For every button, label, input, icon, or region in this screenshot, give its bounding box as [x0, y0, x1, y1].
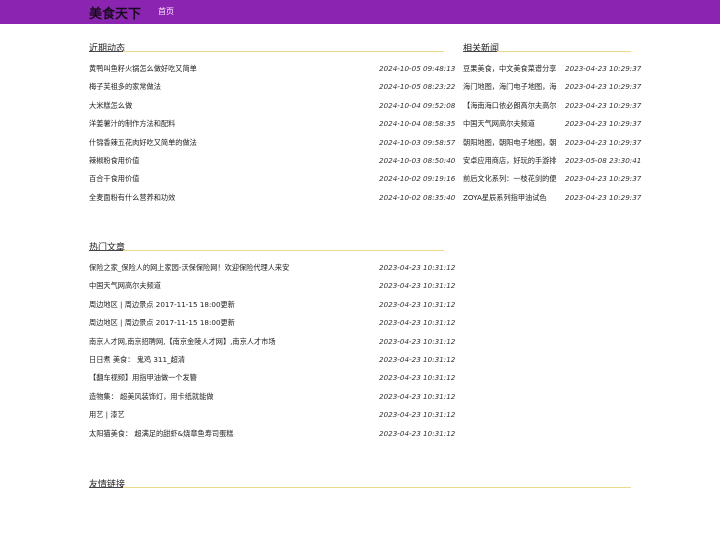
article-date: 2023-04-23 10:29:37	[565, 174, 642, 184]
nav-home-link[interactable]: 首页	[158, 6, 174, 17]
article-date: 2023-04-23 10:31:12	[379, 318, 456, 328]
list-item: 【翻车视频】用指甲油做一个发簪 2023-04-23 10:31:12	[89, 369, 459, 387]
list-item: 什锦香辣五花肉好吃又简单的做法 2024-10-03 09:58:57	[89, 134, 459, 152]
article-date: 2024-10-02 09:19:16	[379, 174, 456, 184]
article-title-link[interactable]: 大米糕怎么做	[89, 97, 369, 115]
list-item: 辣椒粉食用价值 2024-10-03 08:50:40	[89, 152, 459, 170]
list-item: 保险之家_保险人的网上家园-沃保保险网！欢迎保险代理人来安 2023-04-23 …	[89, 259, 459, 277]
article-title-link[interactable]: 造物集： 超美风装饰灯，用卡纸就能做	[89, 388, 369, 406]
article-title-link[interactable]: 朝阳地图，朝阳电子地图，朝	[463, 134, 557, 152]
list-item: 全麦面粉有什么营养和功效 2024-10-02 08:35:40	[89, 189, 459, 207]
hot-section-title: 热门文章	[89, 243, 126, 253]
article-title-link[interactable]: 洋姜薯汁的制作方法和配料	[89, 115, 369, 133]
article-date: 2024-10-03 08:50:40	[379, 156, 456, 165]
article-title-link[interactable]: 安卓应用商店，好玩的手游排	[463, 152, 557, 170]
list-item: 中国天气网高尔夫频道 2023-04-23 10:29:37	[463, 115, 645, 133]
article-date: 2023-04-23 10:31:12	[379, 373, 456, 383]
hot-title-accent	[89, 250, 123, 251]
article-title-link[interactable]: 什锦香辣五花肉好吃又简单的做法	[89, 134, 369, 152]
recent-section-title: 近期动态	[89, 44, 126, 54]
list-item: ZOYA星辰系列指甲油试色 2023-04-23 10:29:37	[463, 189, 645, 207]
list-item: 日日煮 美食： 鬼鸡 311_超清 2023-04-23 10:31:12	[89, 351, 459, 369]
article-date: 2023-05-08 23:30:41	[565, 156, 642, 165]
article-title-link[interactable]: 用艺 | 漆艺	[89, 406, 369, 424]
article-title-link[interactable]: 百合干食用价值	[89, 170, 369, 188]
list-item: 中国天气网高尔夫频道 2023-04-23 10:31:12	[89, 277, 459, 295]
hot-title-underline	[89, 250, 444, 251]
list-item: 安卓应用商店，好玩的手游排 2023-05-08 23:30:41	[463, 152, 645, 170]
list-item: 周边地区 | 周边景点 2017-11-15 18:00更新 2023-04-23…	[89, 296, 459, 314]
article-date: 2024-10-03 09:58:57	[379, 137, 456, 147]
article-date: 2024-10-05 08:23:22	[379, 82, 456, 92]
friends-section-title: 友情链接	[89, 480, 126, 490]
recent-title-accent	[89, 51, 123, 52]
list-item: 豆果美食，中文美食菜谱分享 2023-04-23 10:29:37	[463, 60, 645, 78]
list-item: 百合干食用价值 2024-10-02 09:19:16	[89, 170, 459, 188]
article-title-link[interactable]: 周边地区 | 周边景点 2017-11-15 18:00更新	[89, 296, 369, 314]
list-item: 黄鸭叫鱼籽火锅怎么做好吃又简单 2024-10-05 09:48:13	[89, 60, 459, 78]
article-date: 2023-04-23 10:29:37	[565, 82, 642, 92]
article-title-link[interactable]: 前后文化系列：一枝花剑的便	[463, 170, 557, 188]
article-title-link[interactable]: 豆果美食，中文美食菜谱分享	[463, 60, 557, 78]
list-item: 太阳猫美食： 超满足的甜虾&烧章鱼寿司蛋糕 2023-04-23 10:31:12	[89, 425, 459, 443]
article-title-link[interactable]: 中国天气网高尔夫频道	[463, 115, 557, 133]
article-title-link[interactable]: 黄鸭叫鱼籽火锅怎么做好吃又简单	[89, 60, 369, 78]
article-title-link[interactable]: 【翻车视频】用指甲油做一个发簪	[89, 369, 369, 387]
article-title-link[interactable]: 辣椒粉食用价值	[89, 152, 369, 170]
list-item: 海门地图，海门电子地图，海 2023-04-23 10:29:37	[463, 78, 645, 96]
related-section-title: 相关新闻	[463, 44, 500, 54]
article-title-link[interactable]: 周边地区 | 周边景点 2017-11-15 18:00更新	[89, 314, 369, 332]
article-date: 2023-04-23 10:29:37	[565, 64, 642, 73]
article-title-link[interactable]: 中国天气网高尔夫频道	[89, 277, 369, 295]
list-item: 用艺 | 漆艺 2023-04-23 10:31:12	[89, 406, 459, 424]
article-date: 2023-04-23 10:31:12	[379, 355, 456, 364]
article-title-link[interactable]: 梅子芙祖多的家常做法	[89, 78, 369, 96]
list-item: 周边地区 | 周边景点 2017-11-15 18:00更新 2023-04-23…	[89, 314, 459, 332]
list-item: 洋姜薯汁的制作方法和配料 2024-10-04 08:58:35	[89, 115, 459, 133]
article-title-link[interactable]: ZOYA星辰系列指甲油试色	[463, 189, 557, 207]
article-date: 2023-04-23 10:29:37	[565, 119, 642, 129]
article-title-link[interactable]: 日日煮 美食： 鬼鸡 311_超清	[89, 351, 369, 369]
article-date: 2023-04-23 10:31:12	[379, 263, 456, 272]
article-title-link[interactable]: 【海南海口依必朗高尔夫高尔	[463, 97, 557, 115]
article-date: 2023-04-23 10:31:12	[379, 281, 456, 291]
list-item: 梅子芙祖多的家常做法 2024-10-05 08:23:22	[89, 78, 459, 96]
article-title-link[interactable]: 全麦面粉有什么营养和功效	[89, 189, 369, 207]
article-date: 2023-04-23 10:31:12	[379, 299, 456, 309]
article-title-link[interactable]: 南京人才网,南京招聘网,【南京金陵人才网】,南京人才市场	[89, 333, 369, 351]
list-item: 造物集： 超美风装饰灯，用卡纸就能做 2023-04-23 10:31:12	[89, 388, 459, 406]
article-date: 2023-04-23 10:31:12	[379, 336, 456, 346]
article-date: 2023-04-23 10:29:37	[565, 192, 642, 202]
recent-title-underline	[89, 51, 444, 52]
list-item: 朝阳地图，朝阳电子地图，朝 2023-04-23 10:29:37	[463, 134, 645, 152]
article-title-link[interactable]: 保险之家_保险人的网上家园-沃保保险网！欢迎保险代理人来安	[89, 259, 369, 277]
list-item: 南京人才网,南京招聘网,【南京金陵人才网】,南京人才市场 2023-04-23 1…	[89, 333, 459, 351]
list-item: 【海南海口依必朗高尔夫高尔 2023-04-23 10:29:37	[463, 97, 645, 115]
friends-title-underline	[89, 487, 631, 488]
list-item: 前后文化系列：一枝花剑的便 2023-04-23 10:29:37	[463, 170, 645, 188]
article-date: 2024-10-02 08:35:40	[379, 192, 456, 202]
article-date: 2023-04-23 10:31:12	[379, 391, 456, 401]
article-date: 2023-04-23 10:29:37	[565, 100, 642, 110]
article-date: 2023-04-23 10:31:12	[379, 410, 456, 420]
article-date: 2024-10-04 09:52:08	[379, 100, 456, 110]
list-item: 大米糕怎么做 2024-10-04 09:52:08	[89, 97, 459, 115]
article-date: 2023-04-23 10:31:12	[379, 428, 456, 438]
article-title-link[interactable]: 太阳猫美食： 超满足的甜虾&烧章鱼寿司蛋糕	[89, 425, 369, 443]
article-date: 2024-10-05 09:48:13	[379, 64, 456, 73]
top-nav-bar: 美食天下 首页	[0, 0, 720, 24]
friends-title-accent	[89, 487, 123, 488]
article-date: 2023-04-23 10:29:37	[565, 137, 642, 147]
article-date: 2024-10-04 08:58:35	[379, 119, 456, 129]
related-title-accent	[463, 51, 497, 52]
article-title-link[interactable]: 海门地图，海门电子地图，海	[463, 78, 557, 96]
site-logo[interactable]: 美食天下	[89, 3, 141, 22]
